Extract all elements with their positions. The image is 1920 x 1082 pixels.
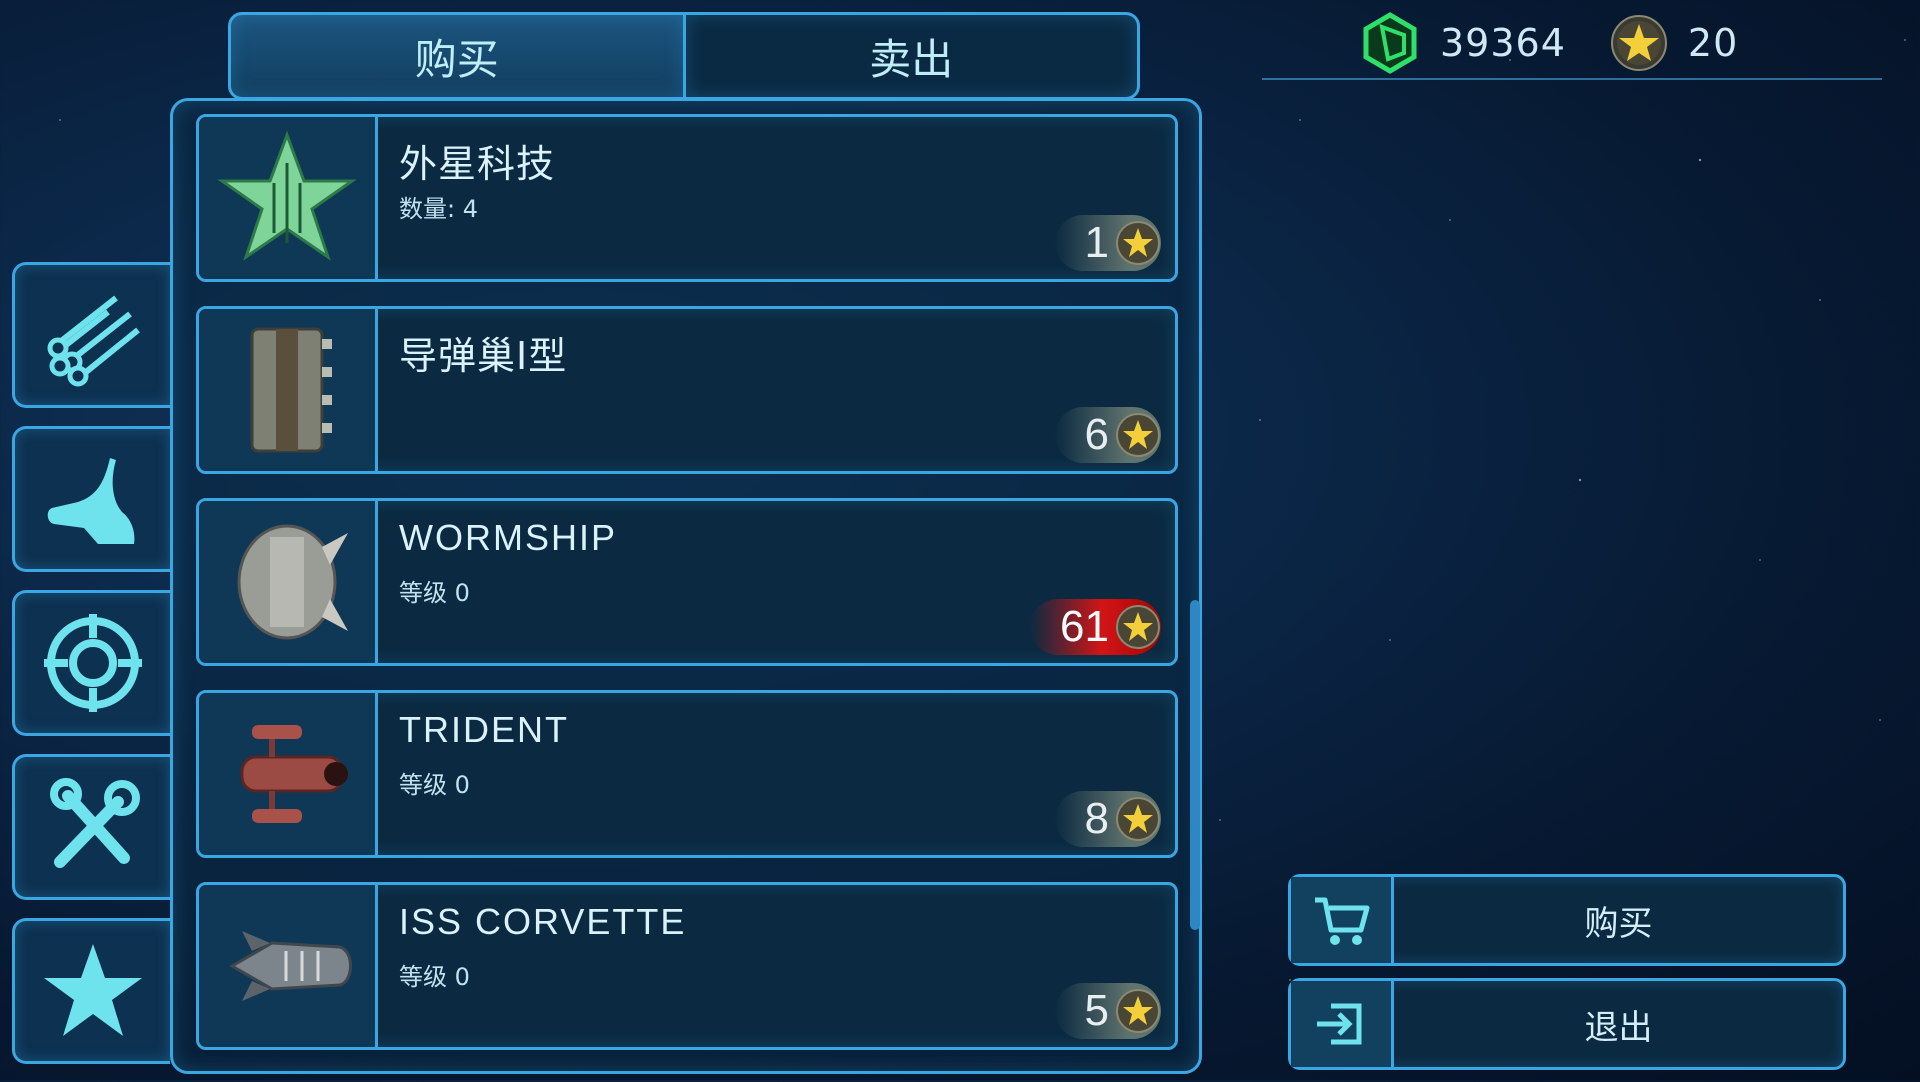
price-value: 5	[1084, 986, 1109, 1035]
price-value: 8	[1084, 794, 1109, 843]
shop-item-wormship[interactable]: WORMSHIP 等级 0 61	[196, 498, 1178, 666]
star-count: 20	[1687, 21, 1739, 65]
gem-count: 39364	[1440, 21, 1566, 65]
gold-star-coin-icon	[1116, 797, 1160, 841]
shop-item-missile-pod[interactable]: 导弹巢I型 6	[196, 306, 1178, 474]
trident-ship-icon	[240, 725, 348, 823]
price-value: 61	[1060, 602, 1109, 651]
category-special[interactable]	[12, 918, 170, 1064]
gold-star-coin-icon	[1116, 605, 1160, 649]
wormship-icon	[237, 524, 348, 640]
shop-item-alien-tech[interactable]: 外星科技 数量: 4 1	[196, 114, 1178, 282]
corvette-ship-icon	[228, 931, 352, 1001]
gold-star-coin-icon	[1610, 15, 1667, 71]
shop-item-iss-corvette[interactable]: ISS CORVETTE 等级 0 5	[196, 882, 1178, 1050]
price-value: 1	[1084, 218, 1109, 267]
green-hex-gem-icon	[1363, 12, 1417, 74]
currency-bar: 39364 20	[1262, 8, 1882, 80]
star-icon	[43, 944, 142, 1036]
exit-button-label: 退出	[1584, 1007, 1653, 1048]
item-price: 1	[1054, 215, 1161, 271]
category-materials[interactable]	[12, 262, 170, 408]
item-thumbnail	[199, 693, 378, 855]
category-sidebar	[12, 262, 170, 1082]
shop-item-trident[interactable]: TRIDENT 等级 0 8	[196, 690, 1178, 858]
tab-buy[interactable]: 购买	[228, 12, 686, 100]
buy-button[interactable]: 购买	[1288, 874, 1846, 966]
pipes-icon	[47, 295, 140, 387]
alien-tech-star-icon	[217, 130, 357, 261]
tools-icon	[49, 778, 140, 868]
item-quantity: 数量: 4	[399, 195, 478, 223]
item-name: 外星科技	[399, 142, 556, 186]
item-thumbnail	[199, 117, 378, 279]
item-thumbnail	[199, 501, 378, 663]
item-price-unaffordable: 61	[1030, 599, 1161, 655]
gold-star-coin-icon	[1116, 413, 1160, 457]
target-icon	[43, 614, 142, 712]
category-engines[interactable]	[12, 426, 170, 572]
item-thumbnail	[199, 885, 378, 1047]
category-repair[interactable]	[12, 754, 170, 900]
price-value: 6	[1084, 410, 1109, 459]
item-level: 等级 0	[399, 579, 470, 607]
exit-icon-box	[1291, 981, 1394, 1067]
gold-star-coin-icon	[1116, 989, 1160, 1033]
exit-button[interactable]: 退出	[1288, 978, 1846, 1070]
exit-icon	[1317, 1003, 1362, 1045]
cart-icon-box	[1291, 877, 1394, 963]
list-scrollbar[interactable]	[1190, 600, 1200, 930]
category-weapons[interactable]	[12, 590, 170, 736]
trade-tabs: 购买 卖出	[228, 12, 1140, 100]
item-price: 5	[1054, 983, 1161, 1039]
boot-icon	[47, 458, 134, 544]
item-name: WORMSHIP	[399, 517, 617, 558]
item-name: ISS CORVETTE	[399, 901, 687, 942]
item-level: 等级 0	[399, 771, 470, 799]
item-price: 8	[1054, 791, 1161, 847]
missile-pod-icon	[250, 327, 332, 453]
cart-icon	[1315, 897, 1370, 945]
item-price: 6	[1054, 407, 1161, 463]
item-thumbnail	[199, 309, 378, 471]
tab-sell[interactable]: 卖出	[685, 12, 1140, 100]
item-level: 等级 0	[399, 963, 470, 991]
item-name: TRIDENT	[399, 709, 569, 750]
gold-star-coin-icon	[1116, 221, 1160, 265]
buy-button-label: 购买	[1584, 903, 1653, 944]
item-name: 导弹巢I型	[399, 334, 568, 378]
